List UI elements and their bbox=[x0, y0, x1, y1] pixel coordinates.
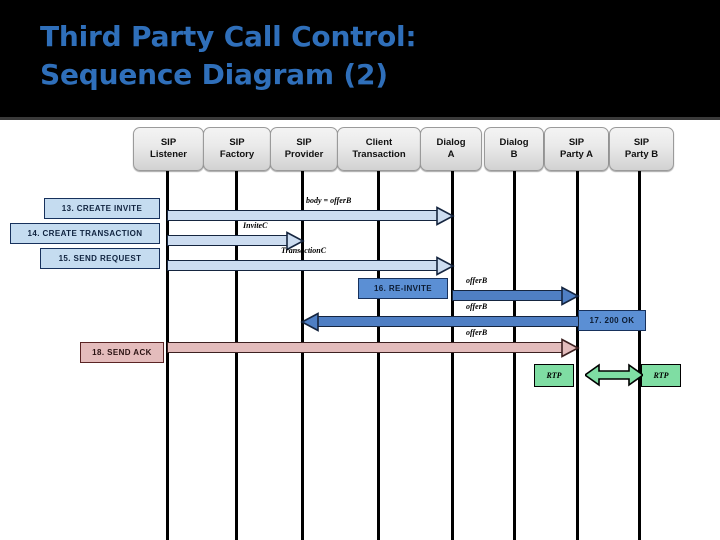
action-label: 14. CREATE TRANSACTION bbox=[27, 229, 143, 238]
participant-sip-listener[interactable]: SIP Listener bbox=[133, 127, 204, 171]
participant-label: Dialog A bbox=[436, 137, 466, 160]
lifeline-sip-provider bbox=[301, 169, 304, 540]
action-send-ack[interactable]: 18. SEND ACK bbox=[80, 342, 164, 363]
page-title: Third Party Call Control: Sequence Diagr… bbox=[40, 20, 417, 91]
participant-label: SIP Listener bbox=[150, 137, 187, 160]
participant-client-transaction[interactable]: Client Transaction bbox=[337, 127, 421, 171]
message-arrow-14 bbox=[167, 230, 305, 251]
action-label: 17. 200 OK bbox=[589, 316, 635, 325]
participant-label: SIP Provider bbox=[284, 137, 324, 160]
action-200-ok[interactable]: 17. 200 OK bbox=[578, 310, 646, 331]
lifeline-sip-listener bbox=[166, 169, 169, 540]
message-label-invitec: InviteC bbox=[243, 221, 268, 230]
message-arrow-18 bbox=[167, 337, 580, 358]
sequence-diagram: SIP Listener SIP Factory SIP Provider Cl… bbox=[0, 120, 720, 540]
participant-label: SIP Party B bbox=[624, 137, 659, 160]
participant-label: Dialog B bbox=[499, 137, 529, 160]
message-arrow-13 bbox=[167, 205, 455, 226]
lifeline-dialog-a bbox=[451, 169, 454, 540]
action-label: 13. CREATE INVITE bbox=[61, 204, 143, 213]
lifeline-sip-factory bbox=[235, 169, 238, 540]
rtp-double-arrow-icon bbox=[585, 363, 643, 387]
action-send-request[interactable]: 15. SEND REQUEST bbox=[40, 248, 160, 269]
message-label-offerb-3: offerB bbox=[466, 328, 488, 337]
lifeline-dialog-b bbox=[513, 169, 516, 540]
lifeline-client-transaction bbox=[377, 169, 380, 540]
participant-sip-party-a[interactable]: SIP Party A bbox=[544, 127, 609, 171]
message-arrow-16 bbox=[452, 285, 580, 306]
rtp-label: RTP bbox=[546, 371, 562, 380]
slide-header-band: Third Party Call Control: Sequence Diagr… bbox=[0, 0, 720, 117]
message-label-offerb-1: offerB bbox=[466, 276, 488, 285]
action-label: 16. RE-INVITE bbox=[373, 284, 433, 293]
action-create-invite[interactable]: 13. CREATE INVITE bbox=[44, 198, 160, 219]
participant-sip-provider[interactable]: SIP Provider bbox=[270, 127, 338, 171]
participant-label: SIP Factory bbox=[219, 137, 255, 160]
message-arrow-15 bbox=[167, 255, 455, 276]
message-label-transactionc: TransactionC bbox=[281, 246, 327, 255]
participant-label: SIP Party A bbox=[560, 137, 593, 160]
action-label: 18. SEND ACK bbox=[92, 348, 152, 357]
participant-sip-factory[interactable]: SIP Factory bbox=[203, 127, 271, 171]
message-arrow-17 bbox=[300, 311, 579, 332]
participant-dialog-b[interactable]: Dialog B bbox=[484, 127, 544, 171]
rtp-box-left[interactable]: RTP bbox=[534, 364, 574, 387]
action-create-transaction[interactable]: 14. CREATE TRANSACTION bbox=[10, 223, 160, 244]
message-label-body-offerb: body = offerB bbox=[306, 196, 352, 205]
action-label: 15. SEND REQUEST bbox=[58, 254, 142, 263]
participant-sip-party-b[interactable]: SIP Party B bbox=[609, 127, 674, 171]
participant-dialog-a[interactable]: Dialog A bbox=[420, 127, 482, 171]
rtp-box-right[interactable]: RTP bbox=[641, 364, 681, 387]
message-label-offerb-2: offerB bbox=[466, 302, 488, 311]
participant-label: Client Transaction bbox=[352, 137, 406, 160]
rtp-label: RTP bbox=[653, 371, 669, 380]
lifeline-sip-party-b bbox=[638, 169, 641, 540]
action-re-invite[interactable]: 16. RE-INVITE bbox=[358, 278, 448, 299]
